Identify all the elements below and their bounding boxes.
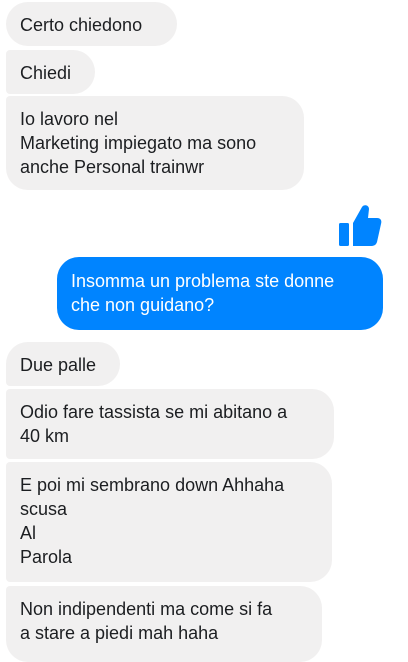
message-bubble-incoming[interactable]: Non indipendenti ma come si fa a stare a… — [6, 586, 322, 662]
thumbs-up-icon — [339, 205, 382, 246]
message-bubble-outgoing[interactable]: Insomma un problema ste donne che non gu… — [57, 257, 383, 330]
message-bubble-incoming[interactable]: Due palle — [6, 342, 120, 386]
message-bubble-incoming[interactable]: Certo chiedono — [6, 2, 177, 46]
message-bubble-incoming[interactable]: E poi mi sembrano down Ahhaha scusa Al P… — [6, 462, 332, 582]
message-bubble-incoming[interactable]: Chiedi — [6, 50, 95, 94]
message-bubble-incoming[interactable]: Odio fare tassista se mi abitano a 40 km — [6, 389, 334, 459]
message-bubble-incoming[interactable]: Io lavoro nel Marketing impiegato ma son… — [6, 96, 304, 190]
